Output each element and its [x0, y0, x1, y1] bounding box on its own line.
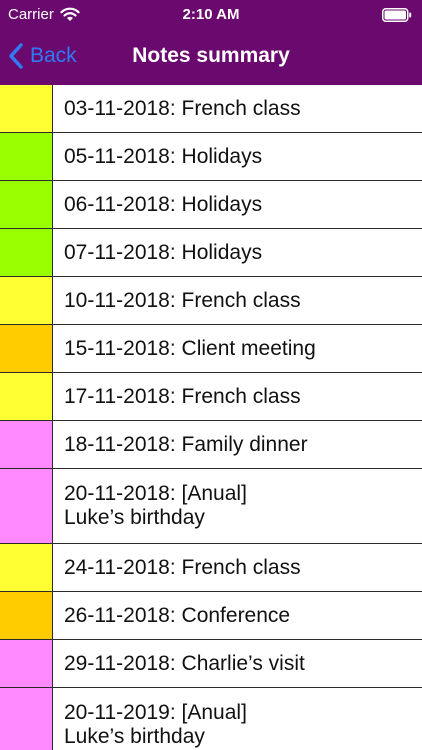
notes-list: 03-11-2018: French class 05-11-2018: Holi…: [0, 85, 422, 750]
note-row[interactable]: 07-11-2018: Holidays: [0, 229, 422, 277]
note-text: 18-11-2018: Family dinner: [64, 432, 308, 456]
note-row[interactable]: 05-11-2018: Holidays: [0, 133, 422, 181]
note-text: 20-11-2019: [Anual] Luke’s birthday: [64, 701, 247, 748]
note-color-swatch: [0, 421, 53, 468]
notes-summary-screen: Carrier 2:10 AM Back Notes summary 03-11…: [0, 0, 422, 750]
note-row[interactable]: 20-11-2018: [Anual] Luke’s birthday: [0, 469, 422, 544]
note-text: 10-11-2018: French class: [64, 288, 301, 312]
note-text: 15-11-2018: Client meeting: [64, 336, 316, 360]
note-row[interactable]: 26-11-2018: Conference: [0, 592, 422, 640]
note-color-swatch: [0, 277, 53, 324]
header: Carrier 2:10 AM Back Notes summary: [0, 0, 422, 85]
navigation-bar: Back Notes summary: [0, 30, 422, 85]
status-bar: Carrier 2:10 AM: [0, 0, 422, 30]
page-title: Notes summary: [132, 44, 290, 67]
note-text: 24-11-2018: French class: [64, 555, 301, 579]
note-color-swatch: [0, 640, 53, 687]
note-color-swatch: [0, 469, 53, 543]
note-text: 29-11-2018: Charlie’s visit: [64, 651, 305, 675]
note-color-swatch: [0, 181, 53, 228]
note-text: 07-11-2018: Holidays: [64, 240, 263, 264]
note-row[interactable]: 18-11-2018: Family dinner: [0, 421, 422, 469]
note-color-swatch: [0, 133, 53, 180]
note-color-swatch: [0, 325, 53, 372]
note-row[interactable]: 10-11-2018: French class: [0, 277, 422, 325]
note-row[interactable]: 03-11-2018: French class: [0, 85, 422, 133]
note-color-swatch: [0, 688, 53, 750]
note-color-swatch: [0, 544, 53, 591]
note-row[interactable]: 24-11-2018: French class: [0, 544, 422, 592]
note-row[interactable]: 17-11-2018: French class: [0, 373, 422, 421]
note-text: 06-11-2018: Holidays: [64, 192, 263, 216]
note-row[interactable]: 15-11-2018: Client meeting: [0, 325, 422, 373]
note-row[interactable]: 29-11-2018: Charlie’s visit: [0, 640, 422, 688]
note-row[interactable]: 06-11-2018: Holidays: [0, 181, 422, 229]
note-text: 26-11-2018: Conference: [64, 603, 291, 627]
note-text: 20-11-2018: [Anual] Luke’s birthday: [64, 482, 247, 529]
note-text: 17-11-2018: French class: [64, 384, 301, 408]
note-color-swatch: [0, 229, 53, 276]
note-text: 03-11-2018: French class: [64, 96, 301, 120]
status-time: 2:10 AM: [182, 6, 240, 23]
note-row[interactable]: 20-11-2019: [Anual] Luke’s birthday: [0, 688, 422, 750]
note-text: 05-11-2018: Holidays: [64, 144, 263, 168]
battery-icon: [382, 8, 412, 22]
note-color-swatch: [0, 592, 53, 639]
note-color-swatch: [0, 85, 53, 132]
note-color-swatch: [0, 373, 53, 420]
